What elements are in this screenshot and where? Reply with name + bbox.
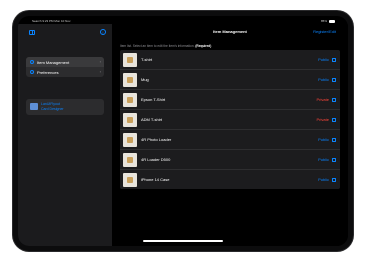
account-card[interactable]: LanUIFlyout Card Designer (26, 99, 104, 115)
item-thumbnail (123, 52, 137, 67)
item-visibility: Public (318, 77, 329, 82)
sidebar-toolbar: i (18, 24, 112, 42)
edit-icon[interactable] (332, 157, 336, 162)
app-logo-icon (30, 103, 38, 110)
item-name: Epson T-Shirt (141, 97, 166, 102)
item-thumbnail (123, 172, 137, 187)
list-item[interactable]: iPhone 14 Case Public (120, 170, 340, 189)
item-visibility: Public (318, 57, 329, 62)
instruction-required: (Required) (195, 44, 212, 48)
box-icon (30, 60, 34, 64)
item-thumbnail (123, 152, 137, 167)
item-visibility: Public (318, 157, 329, 162)
gear-icon (30, 70, 34, 74)
main-panel: Item Management Register/Edit Item list.… (112, 24, 348, 246)
item-thumbnail (123, 112, 137, 127)
sidebar-item-label: Preferences (37, 69, 59, 75)
edit-icon[interactable] (332, 117, 336, 122)
sidebar-item-label: Item Management (37, 59, 70, 65)
register-edit-button[interactable]: Register/Edit (313, 29, 336, 34)
item-thumbnail (123, 72, 137, 87)
chevron-right-icon: › (99, 69, 101, 74)
list-item[interactable]: T-shirt Public (120, 50, 340, 70)
home-indicator[interactable] (143, 240, 223, 242)
sidebar-menu: Item Management › Preferences › (26, 57, 104, 77)
screen: Search 9:23 PM Mon 10 Nov 85% i Item Man… (18, 16, 348, 246)
account-subtitle: Card Designer (41, 107, 64, 111)
account-name: LanUIFlyout (41, 102, 60, 106)
item-visibility: Private (316, 97, 329, 102)
edit-icon[interactable] (332, 177, 336, 182)
item-name: Mug (141, 77, 149, 82)
sidebar: i Item Management › Preferences › LanUIF… (18, 24, 112, 246)
instruction-text: Item list. Select an item to edit the it… (120, 44, 211, 48)
item-visibility: Public (318, 177, 329, 182)
battery-icon (329, 19, 335, 23)
list-item[interactable]: ADM T-shirt Private (120, 110, 340, 130)
instruction-main: Item list. Select an item to edit the it… (120, 44, 195, 48)
sidebar-toggle-icon[interactable] (29, 30, 35, 35)
status-right: 85% (321, 19, 335, 23)
battery-percent: 85% (320, 19, 327, 23)
list-item[interactable]: 4R Loader D500 Public (120, 150, 340, 170)
list-item[interactable]: Mug Public (120, 70, 340, 90)
item-name: ADM T-shirt (141, 117, 163, 122)
info-icon[interactable]: i (100, 29, 106, 35)
edit-icon[interactable] (332, 57, 336, 62)
item-name: 4R Loader D500 (141, 157, 171, 162)
status-time: Search 9:23 PM Mon 10 Nov (32, 19, 71, 23)
sidebar-item-item-management[interactable]: Item Management › (26, 57, 104, 67)
sidebar-item-preferences[interactable]: Preferences › (26, 67, 104, 77)
list-item[interactable]: Epson T-Shirt Private (120, 90, 340, 110)
item-visibility: Private (316, 117, 329, 122)
edit-icon[interactable] (332, 97, 336, 102)
item-name: iPhone 14 Case (141, 177, 170, 182)
item-thumbnail (123, 92, 137, 107)
item-thumbnail (123, 132, 137, 147)
item-list: T-shirt Public Mug Public Epson T-Shirt Priva… (120, 50, 340, 189)
list-item[interactable]: 4R Photo Loader Public (120, 130, 340, 150)
item-visibility: Public (318, 137, 329, 142)
chevron-right-icon: › (99, 59, 101, 64)
edit-icon[interactable] (332, 77, 336, 82)
edit-icon[interactable] (332, 137, 336, 142)
status-bar: Search 9:23 PM Mon 10 Nov 85% (18, 16, 348, 24)
item-name: T-shirt (141, 57, 153, 62)
item-name: 4R Photo Loader (141, 137, 172, 142)
